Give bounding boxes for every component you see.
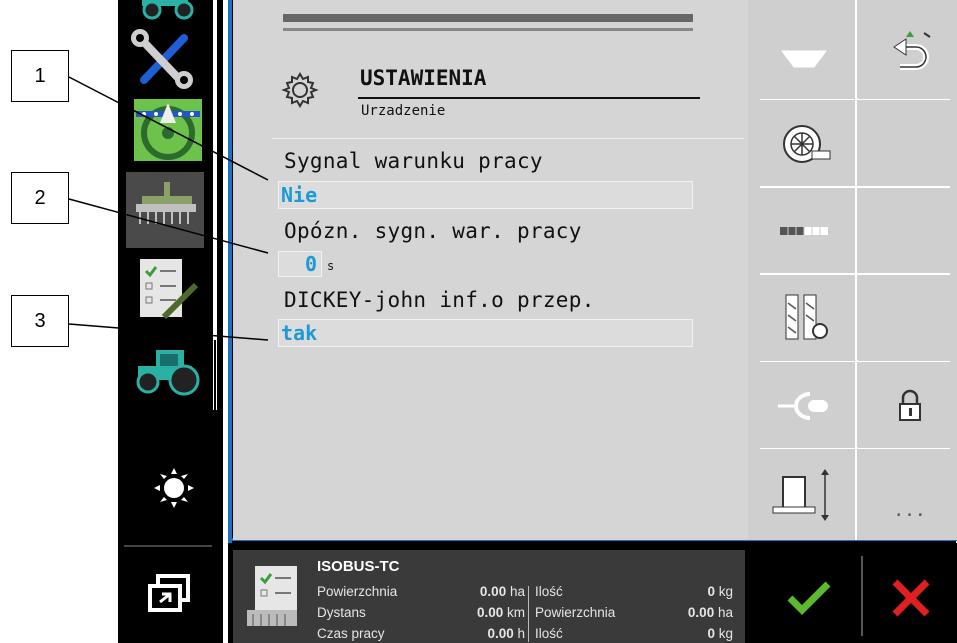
nav-guidance-steering-icon[interactable] xyxy=(126,97,204,167)
top-divider-thick xyxy=(283,14,693,22)
softkey-sections[interactable] xyxy=(752,188,855,273)
hitch-icon xyxy=(777,391,828,420)
softkey-divider-v xyxy=(855,0,857,540)
nav-seeder-icon[interactable] xyxy=(126,172,204,248)
callout-2: 2 xyxy=(11,172,69,224)
softkey-divider-h xyxy=(760,273,950,275)
gear-icon xyxy=(280,70,320,110)
tc-value: 0 kg xyxy=(707,584,733,599)
fan-icon xyxy=(782,124,830,163)
task-controller-panel[interactable]: ISOBUS-TC Powierzchnia 0.00 ha Ilość 0 k… xyxy=(233,550,745,643)
tc-label: Powierzchnia xyxy=(317,584,398,599)
hopper-icon xyxy=(780,50,827,67)
brightness-icon[interactable] xyxy=(126,458,204,528)
work-signal-delay-value: 0 xyxy=(304,252,317,276)
softkey-empty-4[interactable] xyxy=(858,276,957,361)
work-signal-delay-unit: s xyxy=(327,259,335,273)
button-divider xyxy=(861,556,863,636)
header-separator xyxy=(272,138,744,139)
cancel-button[interactable] xyxy=(866,555,956,640)
more-button[interactable]: ... xyxy=(858,450,957,535)
softkey-empty-3[interactable] xyxy=(858,188,957,273)
nav-task-list-icon[interactable] xyxy=(126,255,204,325)
title-underline xyxy=(358,97,700,99)
dickey-john-input[interactable]: tak xyxy=(278,319,693,347)
nav-tractor-icon[interactable] xyxy=(126,342,204,412)
tc-value: 0.00 ha xyxy=(479,584,525,599)
left-divider xyxy=(124,545,212,547)
panel-blue-edge xyxy=(228,0,232,543)
lock-button[interactable] xyxy=(858,363,957,448)
confirm-button[interactable] xyxy=(760,555,858,640)
nav-settings-tools-icon[interactable] xyxy=(126,20,204,90)
page-title: USTAWIENIA xyxy=(360,66,487,90)
softkey-hitch[interactable] xyxy=(752,363,855,448)
tc-label: Czas pracy xyxy=(317,626,385,641)
callout-3: 3 xyxy=(11,295,69,347)
task-controller-title: ISOBUS-TC xyxy=(317,558,400,575)
back-button[interactable] xyxy=(858,14,957,99)
tc-label: Powierzchnia xyxy=(535,605,616,620)
field-label-work-signal-delay: Opózn. sygn. war. pracy xyxy=(284,219,582,243)
section-bar-icon xyxy=(779,226,828,235)
tc-value: 0.00 h xyxy=(487,626,525,641)
tc-label: Ilość xyxy=(535,584,563,599)
tc-label: Ilość xyxy=(535,626,563,641)
tc-value: 0.00 ha xyxy=(687,605,733,620)
softkey-row-sensors[interactable] xyxy=(752,276,855,361)
softkey-implement-lift[interactable] xyxy=(752,450,855,535)
tc-separator xyxy=(528,586,529,642)
close-icon xyxy=(892,579,930,616)
more-icon: ... xyxy=(893,500,926,521)
nav-scrollbar-thumb[interactable] xyxy=(214,340,216,410)
softkey-fan[interactable] xyxy=(752,101,855,186)
lock-icon xyxy=(898,389,921,421)
left-nav-bar xyxy=(118,0,223,643)
window-switch-icon[interactable] xyxy=(126,566,204,636)
row-sensor-settings-icon xyxy=(785,294,828,339)
tc-value: 0.00 km xyxy=(476,605,525,620)
work-signal-input[interactable]: Nie xyxy=(278,181,693,209)
task-controller-icon xyxy=(243,562,305,632)
softkey-hopper[interactable] xyxy=(752,14,855,99)
back-icon xyxy=(892,30,931,70)
implement-lift-icon xyxy=(772,468,829,521)
field-label-work-signal: Sygnal warunku pracy xyxy=(284,149,543,173)
nav-tractor-top-icon[interactable] xyxy=(126,0,204,20)
callout-1: 1 xyxy=(11,50,69,102)
tc-value: 0 kg xyxy=(707,626,733,641)
field-label-dickey-john: DICKEY-john inf.o przep. xyxy=(284,288,595,312)
work-signal-delay-input[interactable]: 0 xyxy=(278,251,322,277)
softkey-empty-2[interactable] xyxy=(858,101,957,186)
top-divider-thin xyxy=(283,28,693,31)
checkmark-icon xyxy=(787,581,831,615)
tc-label: Dystans xyxy=(317,605,366,620)
page-subtitle: Urzadzenie xyxy=(361,103,446,119)
